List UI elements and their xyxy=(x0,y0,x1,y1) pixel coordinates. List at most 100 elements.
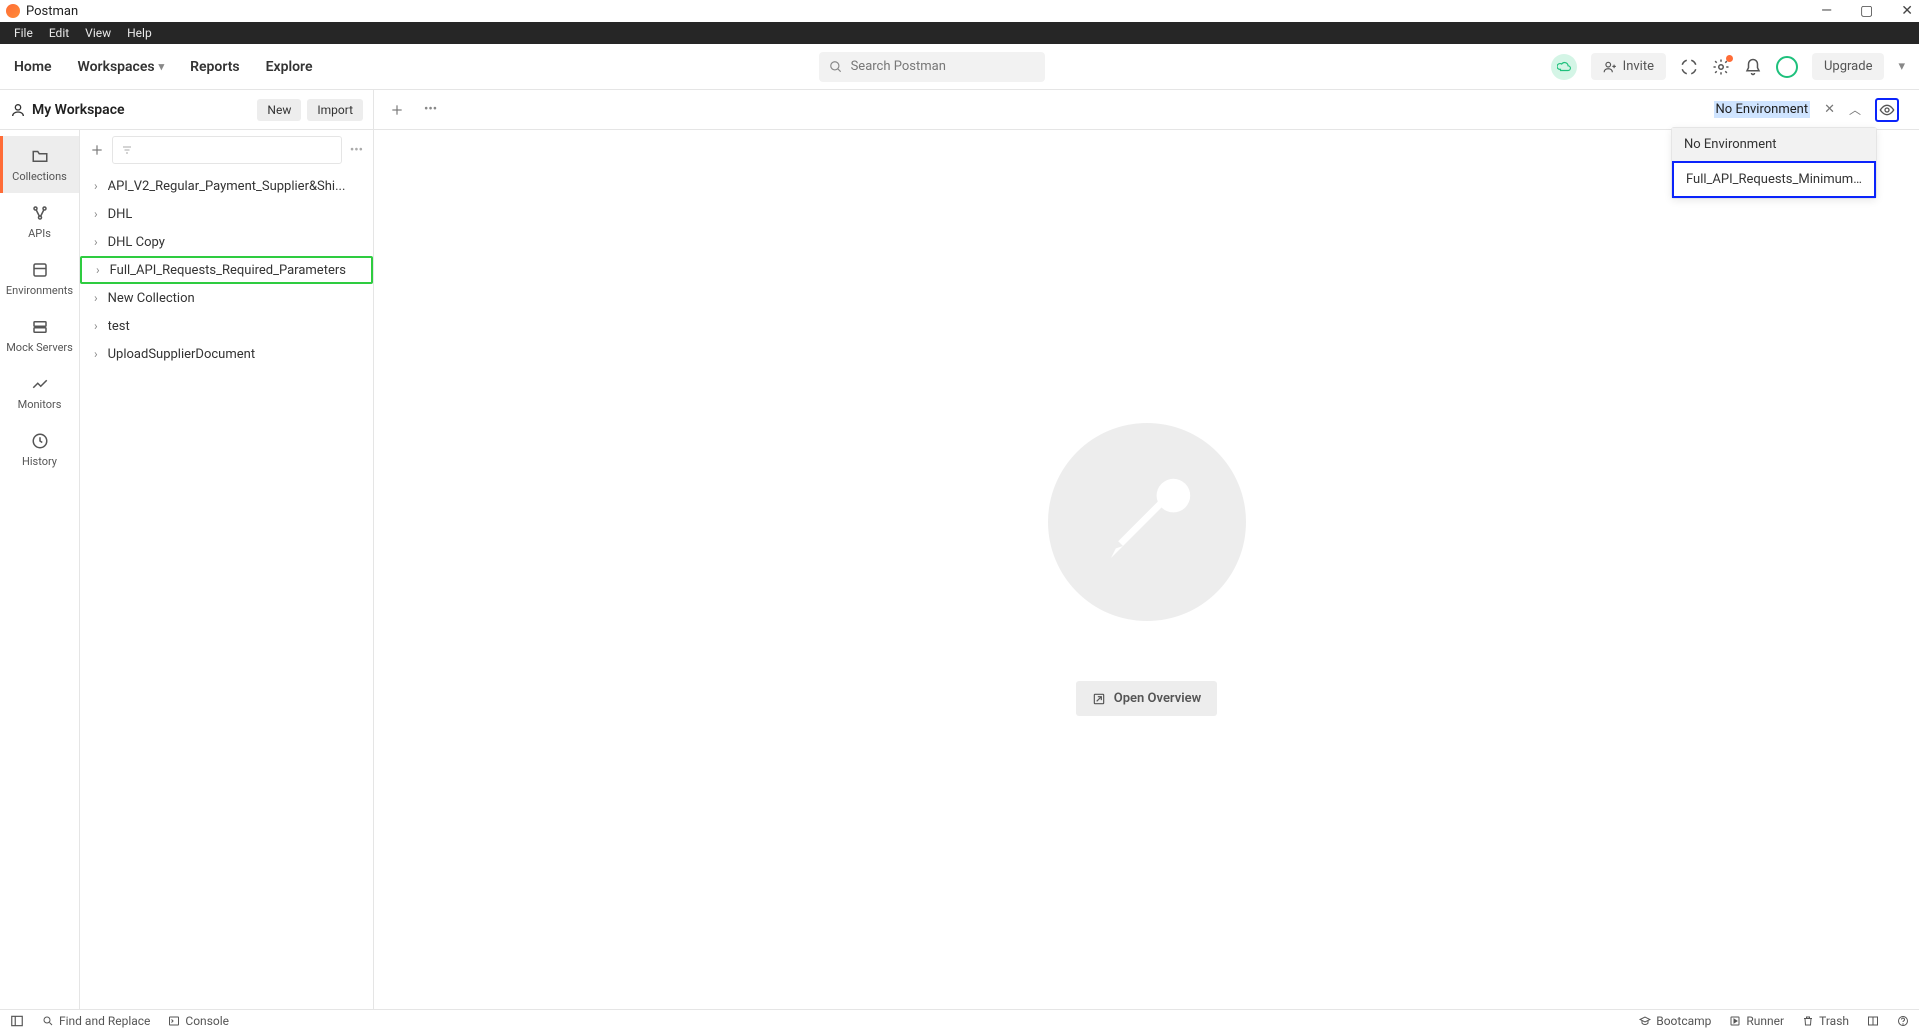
notifications-icon[interactable] xyxy=(1744,58,1762,76)
environment-selector[interactable]: No Environment xyxy=(1714,101,1811,118)
nav-explore[interactable]: Explore xyxy=(266,59,313,75)
invite-button[interactable]: Invite xyxy=(1591,53,1666,80)
import-button[interactable]: Import xyxy=(307,99,363,121)
add-collection-icon[interactable] xyxy=(90,143,104,157)
workspace-bar: My Workspace New Import ••• No Environme… xyxy=(0,90,1919,130)
status-layout-icon[interactable] xyxy=(1867,1015,1879,1027)
menu-edit[interactable]: Edit xyxy=(41,26,77,40)
history-icon xyxy=(30,431,50,451)
rail-monitors[interactable]: Monitors xyxy=(0,364,79,421)
nav-reports[interactable]: Reports xyxy=(190,59,240,75)
environment-option[interactable]: No Environment xyxy=(1672,128,1876,161)
rail-mock-label: Mock Servers xyxy=(6,341,73,354)
rail-collections[interactable]: Collections xyxy=(0,136,79,193)
workspace-name[interactable]: My Workspace xyxy=(10,102,125,118)
search-icon xyxy=(829,60,843,74)
status-console-label: Console xyxy=(185,1014,229,1028)
open-overview-label: Open Overview xyxy=(1114,691,1201,706)
minimize-icon[interactable]: — xyxy=(1821,3,1832,19)
status-find-replace[interactable]: Find and Replace xyxy=(42,1014,150,1028)
postman-logo-icon xyxy=(6,4,20,18)
collection-row[interactable]: › API_V2_Regular_Payment_Supplier&Shi... xyxy=(80,172,373,200)
status-bar: Find and Replace Console Bootcamp Runner… xyxy=(0,1009,1919,1031)
rail-mock-servers[interactable]: Mock Servers xyxy=(0,307,79,364)
tab-options-icon[interactable]: ••• xyxy=(424,102,437,117)
top-nav: Home Workspaces ▾ Reports Explore Search… xyxy=(0,44,1919,90)
collections-panel: ••• › API_V2_Regular_Payment_Supplier&Shi… xyxy=(80,130,374,1009)
status-bootcamp-label: Bootcamp xyxy=(1656,1014,1711,1028)
collection-row[interactable]: › UploadSupplierDocument xyxy=(80,340,373,368)
rail-environments[interactable]: Environments xyxy=(0,250,79,307)
nav-workspaces[interactable]: Workspaces ▾ xyxy=(78,59,165,75)
window-titlebar: Postman — ▢ ✕ xyxy=(0,0,1919,22)
status-help-icon[interactable] xyxy=(1897,1015,1909,1027)
new-tab-icon[interactable] xyxy=(390,103,404,117)
status-runner[interactable]: Runner xyxy=(1729,1014,1784,1028)
folder-icon xyxy=(30,146,50,166)
environment-option[interactable]: Full_API_Requests_Minimum_... xyxy=(1672,161,1876,198)
open-icon xyxy=(1092,692,1106,706)
chevron-right-icon: › xyxy=(94,207,98,221)
invite-label: Invite xyxy=(1623,59,1654,74)
chevron-right-icon: › xyxy=(94,347,98,361)
close-icon[interactable]: ✕ xyxy=(1901,3,1913,19)
workspace-content: No EnvironmentFull_API_Requests_Minimum_… xyxy=(374,130,1919,1009)
status-runner-label: Runner xyxy=(1746,1014,1784,1028)
chevron-right-icon: › xyxy=(96,263,100,277)
status-trash-label: Trash xyxy=(1819,1014,1849,1028)
panel-icon xyxy=(10,1014,24,1028)
rail-apis-label: APIs xyxy=(28,227,51,240)
menu-file[interactable]: File xyxy=(6,26,41,40)
collection-row[interactable]: ›New Collection xyxy=(80,284,373,312)
collection-row[interactable]: ›DHL xyxy=(80,200,373,228)
rail-history[interactable]: History xyxy=(0,421,79,478)
search-placeholder: Search Postman xyxy=(851,59,946,74)
rail-monitors-label: Monitors xyxy=(18,398,62,411)
open-overview-button[interactable]: Open Overview xyxy=(1076,681,1217,716)
panel-options-icon[interactable]: ••• xyxy=(350,143,363,158)
chevron-right-icon: › xyxy=(94,179,98,193)
nav-home[interactable]: Home xyxy=(14,59,52,75)
upgrade-button[interactable]: Upgrade xyxy=(1812,53,1884,80)
collection-row[interactable]: ›DHL Copy xyxy=(80,228,373,256)
sync-icon[interactable] xyxy=(1551,54,1577,80)
empty-state-icon xyxy=(1048,423,1246,621)
filter-input[interactable] xyxy=(112,136,342,164)
settings-badge-icon xyxy=(1726,55,1733,62)
collection-label: New Collection xyxy=(108,291,195,306)
api-icon xyxy=(30,203,50,223)
collection-label: UploadSupplierDocument xyxy=(108,347,255,362)
capture-icon[interactable] xyxy=(1680,58,1698,76)
status-find-label: Find and Replace xyxy=(59,1014,150,1028)
runner-icon xyxy=(1729,1015,1741,1027)
trash-icon xyxy=(1802,1015,1814,1027)
settings-icon[interactable] xyxy=(1712,58,1730,76)
menu-help[interactable]: Help xyxy=(119,26,160,40)
chevron-right-icon: › xyxy=(94,319,98,333)
upgrade-chevron-icon[interactable]: ▾ xyxy=(1898,59,1905,74)
environment-quicklook-icon[interactable] xyxy=(1875,98,1899,122)
rail-environments-label: Environments xyxy=(6,284,73,297)
env-close-icon[interactable]: ✕ xyxy=(1824,102,1835,117)
env-collapse-icon[interactable]: ︿ xyxy=(1849,101,1861,118)
status-console[interactable]: Console xyxy=(168,1014,229,1028)
menu-bar: File Edit View Help xyxy=(0,22,1919,44)
avatar[interactable] xyxy=(1776,56,1798,78)
status-trash[interactable]: Trash xyxy=(1802,1014,1849,1028)
collection-row[interactable]: ›Full_API_Requests_Required_Parameters xyxy=(80,256,373,284)
bootcamp-icon xyxy=(1639,1015,1651,1027)
server-icon xyxy=(30,317,50,337)
collection-row[interactable]: › test xyxy=(80,312,373,340)
status-bootcamp[interactable]: Bootcamp xyxy=(1639,1014,1711,1028)
menu-view[interactable]: View xyxy=(77,26,119,40)
collection-label: test xyxy=(108,319,130,334)
status-panel-toggle[interactable] xyxy=(10,1014,24,1028)
collection-label: API_V2_Regular_Payment_Supplier&Shi... xyxy=(108,179,346,194)
upgrade-label: Upgrade xyxy=(1824,59,1872,74)
new-button[interactable]: New xyxy=(257,99,301,121)
rail-apis[interactable]: APIs xyxy=(0,193,79,250)
maximize-icon[interactable]: ▢ xyxy=(1860,3,1873,19)
search-input[interactable]: Search Postman xyxy=(819,52,1045,82)
chevron-down-icon: ▾ xyxy=(159,60,165,73)
workspace-name-label: My Workspace xyxy=(32,102,125,118)
